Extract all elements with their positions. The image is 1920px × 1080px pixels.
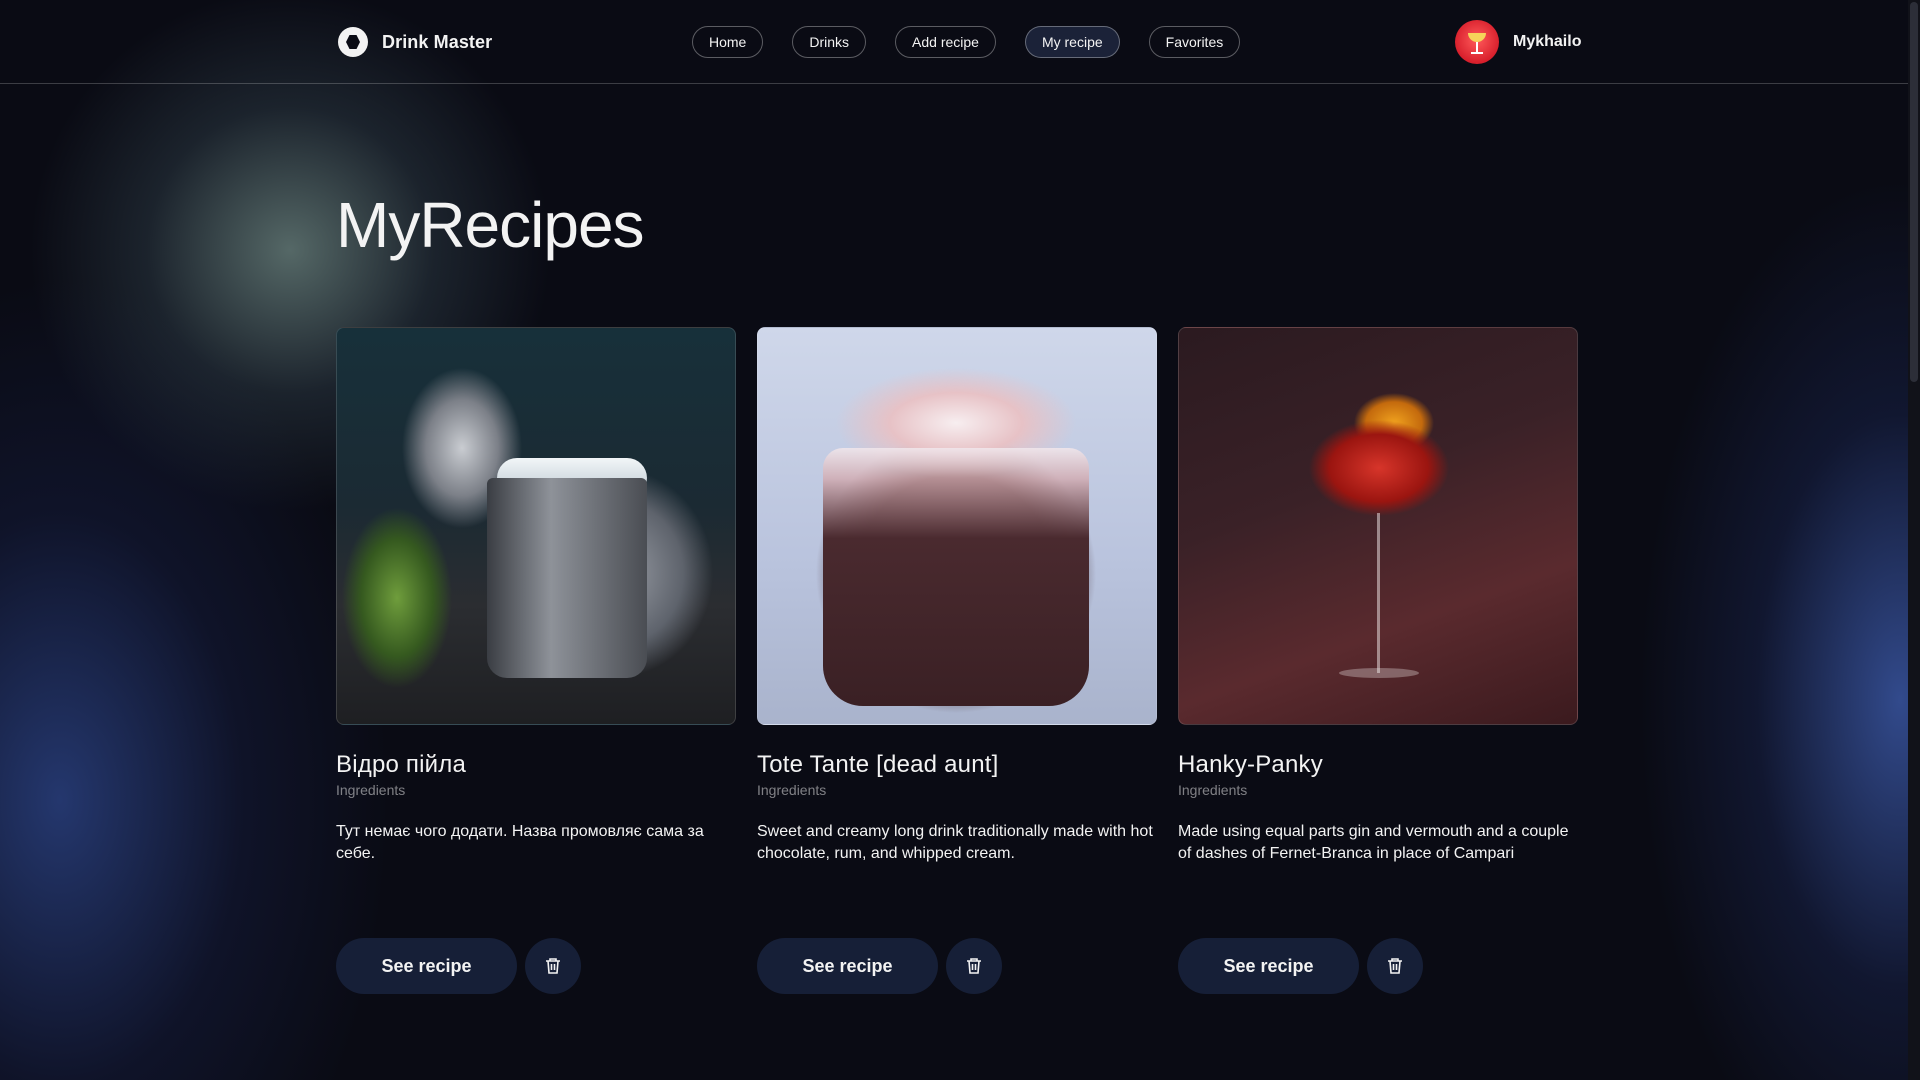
cocktail-avatar-icon (1455, 20, 1499, 64)
delete-recipe-button[interactable] (525, 938, 581, 994)
main-content: MyRecipes Відро пійла Ingredients Тут не… (0, 0, 1908, 1080)
recipe-image (1178, 327, 1578, 725)
scrollbar-thumb[interactable] (1910, 2, 1918, 382)
nav-my-recipe[interactable]: My recipe (1024, 26, 1120, 58)
recipe-name: Tote Tante [dead aunt] (757, 751, 999, 778)
recipe-subtitle: Ingredients (336, 782, 406, 798)
trash-icon (967, 958, 981, 974)
brand-logo[interactable]: Drink Master (338, 26, 492, 58)
delete-recipe-button[interactable] (946, 938, 1002, 994)
recipe-description: Made using equal parts gin and vermouth … (1178, 823, 1569, 862)
user-name: Mykhailo (1513, 33, 1582, 50)
see-recipe-button[interactable]: See recipe (757, 938, 938, 994)
see-recipe-button[interactable]: See recipe (336, 938, 517, 994)
nav-add-recipe[interactable]: Add recipe (895, 26, 996, 58)
site-header: Drink Master Home Drinks Add recipe My r… (0, 0, 1908, 84)
nav-home[interactable]: Home (692, 26, 764, 58)
recipe-list: Відро пійла Ingredients Тут немає чого д… (336, 327, 1578, 997)
page-scrollbar[interactable] (1908, 0, 1920, 1080)
recipe-description: Тут немає чого додати. Назва промовляє с… (336, 823, 704, 862)
recipe-subtitle: Ingredients (757, 782, 827, 798)
recipe-actions: See recipe (757, 938, 1002, 994)
recipe-card: Hanky-Panky Ingredients Made using equal… (1178, 327, 1578, 997)
delete-recipe-button[interactable] (1367, 938, 1423, 994)
recipe-description: Sweet and creamy long drink traditionall… (757, 823, 1153, 862)
page-title: MyRecipes (336, 189, 645, 261)
recipe-image (336, 327, 736, 725)
see-recipe-button[interactable]: See recipe (1178, 938, 1359, 994)
recipe-actions: See recipe (336, 938, 581, 994)
recipe-name: Відро пійла (336, 751, 466, 778)
recipe-name: Hanky-Panky (1178, 751, 1323, 778)
user-menu[interactable]: Mykhailo (1455, 20, 1581, 64)
trash-icon (546, 958, 560, 974)
recipe-subtitle: Ingredients (1178, 782, 1248, 798)
nav-drinks[interactable]: Drinks (792, 26, 867, 58)
recipe-image (757, 327, 1157, 725)
recipe-card: Tote Tante [dead aunt] Ingredients Sweet… (757, 327, 1157, 997)
logo-hexagon-icon (338, 27, 368, 57)
recipe-card: Відро пійла Ingredients Тут немає чого д… (336, 327, 736, 997)
nav-favorites[interactable]: Favorites (1148, 26, 1241, 58)
trash-icon (1388, 958, 1402, 974)
recipe-actions: See recipe (1178, 938, 1423, 994)
brand-name: Drink Master (382, 31, 493, 52)
main-nav: Home Drinks Add recipe My recipe Favorit… (692, 26, 1241, 58)
